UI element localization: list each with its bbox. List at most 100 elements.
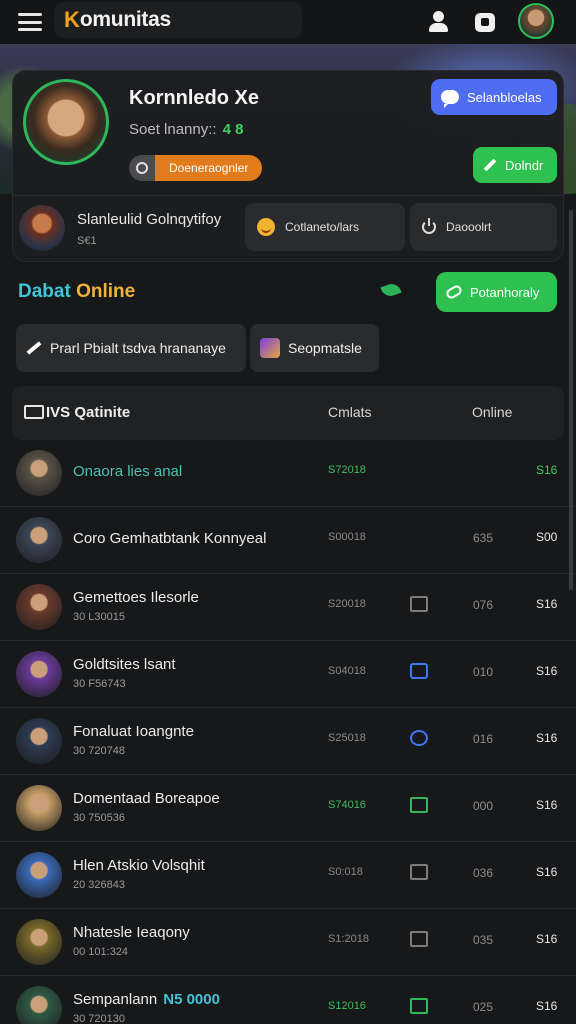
profile-card: Kornnledo Xe Soet lnanny:: 4 8 Doeneraogn… bbox=[12, 70, 564, 262]
row-name: Hlen Atskio Volsqhit bbox=[73, 857, 205, 874]
filter-chip-one[interactable]: Prarl Pbialt tsdva hrananaye bbox=[16, 324, 246, 372]
message-button[interactable]: Selanbloelas bbox=[431, 79, 557, 115]
stat-two-label: Daooolrt bbox=[446, 220, 492, 234]
calendar-icon[interactable] bbox=[410, 998, 428, 1014]
stat-button-one[interactable]: Cotlaneto/lars bbox=[245, 203, 405, 251]
user-icon[interactable] bbox=[427, 10, 451, 34]
section-title-a: Dabat bbox=[18, 281, 71, 302]
table-row[interactable]: Coro Gemhatbtank Konnyeal S00018 635 S00 bbox=[0, 507, 576, 574]
row-count: 036 bbox=[473, 866, 494, 880]
profile-sub-number: 4 8 bbox=[222, 121, 244, 138]
row-value: S16 bbox=[536, 731, 558, 745]
row-code: S04018 bbox=[328, 665, 366, 677]
app-brand[interactable]: Komunitas bbox=[54, 2, 302, 38]
row-name: Onaora lies anal bbox=[73, 463, 183, 480]
chat-icon bbox=[441, 90, 459, 108]
menu-icon[interactable] bbox=[18, 13, 42, 31]
row-code: S74016 bbox=[328, 799, 366, 811]
row-avatar bbox=[16, 718, 62, 764]
table-row[interactable]: Gemettoes Ilesorle 30 L30015 S20018 076 … bbox=[0, 574, 576, 641]
personal-button[interactable]: Potanhoraly bbox=[436, 272, 557, 312]
row-sub: 00 101:324 bbox=[73, 946, 129, 958]
account-avatar[interactable] bbox=[518, 3, 554, 39]
row-value: S16 bbox=[536, 597, 558, 611]
row-count: 016 bbox=[473, 732, 494, 746]
message-button-label: Selanbloelas bbox=[467, 89, 542, 105]
refresh-icon[interactable] bbox=[410, 730, 428, 746]
puzzle-icon bbox=[260, 338, 280, 358]
row-value: S16 bbox=[536, 999, 558, 1013]
table-row[interactable]: Domentaad Boreapoe 30 750536 S74016 000 … bbox=[0, 775, 576, 842]
card-divider bbox=[13, 195, 563, 196]
row-avatar bbox=[16, 517, 62, 563]
linked-name: Slanleulid Golnqytifoy bbox=[77, 211, 222, 228]
row-code: S20018 bbox=[328, 598, 366, 610]
row-name-text: Sempanlann bbox=[73, 991, 158, 1008]
row-value: S00 bbox=[536, 530, 558, 544]
row-avatar bbox=[16, 785, 62, 831]
square-app-icon[interactable] bbox=[473, 10, 497, 34]
row-count: 076 bbox=[473, 598, 494, 612]
table-head-col1[interactable]: Cmlats bbox=[328, 404, 372, 420]
image-icon[interactable] bbox=[410, 864, 428, 880]
chip-one-label: Prarl Pbialt tsdva hrananaye bbox=[50, 340, 226, 356]
table-header: IVS Qatinite Cmlats Online bbox=[12, 386, 564, 440]
table-row[interactable]: Goldtsites lsant 30 F56743 S04018 010 S1… bbox=[0, 641, 576, 708]
row-avatar bbox=[16, 852, 62, 898]
table-head-col2[interactable]: Online bbox=[472, 404, 512, 420]
chip-two-label: Seopmatsle bbox=[288, 340, 362, 356]
row-value: S16 bbox=[536, 798, 558, 812]
row-name: Coro Gemhatbtank Konnyeal bbox=[73, 530, 267, 547]
row-sub: 30 F56743 bbox=[73, 678, 126, 690]
table-row[interactable]: Nhatesle Ieaqony 00 101:324 S1:2018 035 … bbox=[0, 909, 576, 976]
link-icon bbox=[444, 283, 464, 301]
leaf-icon bbox=[380, 281, 402, 299]
row-count: 035 bbox=[473, 933, 494, 947]
row-sub: 30 720748 bbox=[73, 745, 125, 757]
calendar-icon[interactable] bbox=[410, 663, 428, 679]
row-count: 025 bbox=[473, 1000, 494, 1014]
scrollbar[interactable] bbox=[569, 210, 573, 590]
power-icon bbox=[422, 218, 436, 234]
row-avatar bbox=[16, 986, 62, 1024]
row-code: S72018 bbox=[328, 464, 366, 476]
row-count: 635 bbox=[473, 531, 494, 545]
wrench-icon bbox=[129, 155, 155, 181]
row-tag: N5 0000 bbox=[163, 991, 220, 1008]
check-icon[interactable] bbox=[410, 797, 428, 813]
row-sub: 20 326843 bbox=[73, 879, 125, 891]
row-sub: 30 720130 bbox=[73, 1013, 125, 1024]
table-row[interactable]: Fonaluat Ioangnte 30 720748 S25018 016 S… bbox=[0, 708, 576, 775]
filter-chip-two[interactable]: Seopmatsle bbox=[250, 324, 379, 372]
row-avatar bbox=[16, 584, 62, 630]
profile-avatar[interactable] bbox=[23, 79, 109, 165]
table-row[interactable]: Onaora lies anal S72018 S16 bbox=[0, 440, 576, 507]
row-count: 010 bbox=[473, 665, 494, 679]
table-row[interactable]: Hlen Atskio Volsqhit 20 326843 S0:018 03… bbox=[0, 842, 576, 909]
row-name: Nhatesle Ieaqony bbox=[73, 924, 190, 941]
row-name: Sempanlann N5 0000 bbox=[73, 991, 220, 1008]
brand-name: omunitas bbox=[79, 8, 171, 31]
row-name: Domentaad Boreapoe bbox=[73, 790, 220, 807]
inbox-icon[interactable] bbox=[410, 931, 428, 947]
row-code: S25018 bbox=[328, 732, 366, 744]
profile-badge[interactable]: Doeneraognler bbox=[129, 155, 263, 181]
personal-button-label: Potanhoraly bbox=[470, 284, 540, 300]
edit-button[interactable]: Dolndr bbox=[473, 147, 557, 183]
table-row[interactable]: Sempanlann N5 0000 30 720130 S12016 025 S… bbox=[0, 976, 576, 1024]
row-count: 000 bbox=[473, 799, 494, 813]
row-code: S00018 bbox=[328, 531, 366, 543]
stat-button-two[interactable]: Daooolrt bbox=[410, 203, 557, 251]
linked-avatar[interactable] bbox=[19, 205, 65, 251]
row-value: S16 bbox=[536, 865, 558, 879]
row-avatar bbox=[16, 651, 62, 697]
inbox-icon[interactable] bbox=[410, 596, 428, 612]
section-title: Dabat Online bbox=[18, 281, 135, 303]
member-list: Onaora lies anal S72018 S16 Coro Gemhatb… bbox=[0, 440, 576, 1024]
checkbox-icon[interactable] bbox=[24, 405, 44, 419]
arrow-icon bbox=[26, 341, 42, 355]
row-value: S16 bbox=[536, 463, 558, 477]
row-code: S0:018 bbox=[328, 866, 363, 878]
brand-initial: K bbox=[64, 7, 80, 32]
profile-name: Kornnledo Xe bbox=[129, 87, 260, 109]
